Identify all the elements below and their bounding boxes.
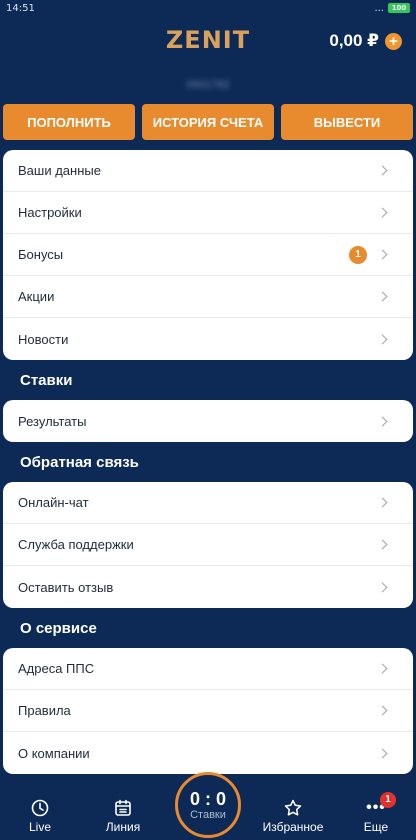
bets-menu: Результаты xyxy=(3,400,413,442)
app-header: ZENIT 0,00 ₽ + xyxy=(0,16,416,66)
menu-item-label: Результаты xyxy=(18,413,87,429)
menu-item-label: Акции xyxy=(18,289,55,304)
account-actions: ПОПОЛНИТЬ ИСТОРИЯ СЧЕТА ВЫВЕСТИ xyxy=(0,104,416,140)
menu-item-label: Адреса ППС xyxy=(18,661,95,676)
menu-item-settings[interactable]: Настройки xyxy=(3,192,413,234)
chevron-right-icon xyxy=(377,582,388,592)
menu-item-label: Оставить отзыв xyxy=(18,579,114,595)
bottom-tab-bar: Live Линия Избранное ••• 1 Еще 0 : 0 Ста… xyxy=(0,772,416,840)
tab-label: Линия xyxy=(105,820,141,834)
chevron-right-icon xyxy=(377,663,388,674)
tab-live[interactable]: Live xyxy=(6,798,74,834)
menu-item-label: Настройки xyxy=(18,205,82,220)
tab-label: Избранное xyxy=(262,820,324,834)
clock-icon xyxy=(31,799,49,817)
signal-icon: ... xyxy=(374,2,384,14)
menu-item-profile[interactable]: Ваши данные xyxy=(3,150,413,192)
menu-item-addresses[interactable]: Адреса ППС xyxy=(3,648,413,690)
tab-label: Live xyxy=(28,820,51,834)
chevron-right-icon xyxy=(377,539,388,550)
menu-item-bonuses[interactable]: Бонусы 1 xyxy=(3,234,413,276)
feedback-menu: Онлайн-чат Служба поддержки Оставить отз… xyxy=(3,482,413,608)
menu-item-label: Служба поддержки xyxy=(18,537,134,552)
chevron-right-icon xyxy=(377,748,388,758)
chevron-right-icon xyxy=(377,705,388,716)
menu-item-label: О компании xyxy=(18,745,90,761)
chevron-right-icon xyxy=(377,165,388,176)
tab-label: Ставки xyxy=(190,809,226,821)
star-icon xyxy=(284,799,302,816)
menu-item-about[interactable]: О компании xyxy=(3,732,413,774)
menu-item-label: Правила xyxy=(18,703,71,718)
balance-amount: 0,00 ₽ xyxy=(329,31,379,50)
account-id: 0501782 xyxy=(186,79,230,91)
menu-item-label: Ваши данные xyxy=(18,163,101,178)
tab-line[interactable]: Линия xyxy=(89,798,157,834)
tab-favorites[interactable]: Избранное xyxy=(259,798,327,834)
section-title-service: О сервисе xyxy=(20,619,97,637)
tab-more[interactable]: ••• 1 Еще xyxy=(342,792,410,834)
status-icons: ... 100 xyxy=(374,3,410,14)
section-title-feedback: Обратная связь xyxy=(20,453,139,471)
tab-label: Еще xyxy=(363,820,389,834)
menu-item-news[interactable]: Новости xyxy=(3,318,413,360)
battery-icon: 100 xyxy=(388,3,410,13)
bonus-count-badge: 1 xyxy=(349,245,367,264)
more-notification-badge: 1 xyxy=(380,792,396,808)
tab-bets-slip[interactable]: 0 : 0 Ставки xyxy=(175,772,241,838)
menu-item-promotions[interactable]: Акции xyxy=(3,276,413,318)
calendar-icon xyxy=(115,799,131,816)
status-time: 14:51 xyxy=(6,2,35,14)
menu-item-leave-review[interactable]: Оставить отзыв xyxy=(3,566,413,608)
chevron-right-icon xyxy=(377,249,388,260)
chevron-right-icon xyxy=(377,291,388,302)
section-title-bets: Ставки xyxy=(20,371,73,389)
chevron-right-icon xyxy=(377,334,388,344)
menu-item-rules[interactable]: Правила xyxy=(3,690,413,732)
chevron-right-icon xyxy=(377,207,388,218)
menu-item-label: Новости xyxy=(18,331,69,347)
menu-item-label: Онлайн-чат xyxy=(18,495,89,510)
withdraw-button[interactable]: ВЫВЕСТИ xyxy=(281,104,413,140)
balance-display[interactable]: 0,00 ₽ + xyxy=(329,31,402,51)
bet-slip-score: 0 : 0 xyxy=(189,789,227,809)
menu-item-support[interactable]: Служба поддержки xyxy=(3,524,413,566)
menu-item-results[interactable]: Результаты xyxy=(3,400,413,442)
service-menu: Адреса ППС Правила О компании xyxy=(3,648,413,774)
chevron-right-icon xyxy=(377,416,388,426)
add-funds-icon[interactable]: + xyxy=(385,32,402,50)
history-button[interactable]: ИСТОРИЯ СЧЕТА xyxy=(142,104,274,140)
menu-item-label: Бонусы xyxy=(18,247,64,262)
status-bar: 14:51 ... 100 xyxy=(0,0,416,16)
chevron-right-icon xyxy=(377,497,388,508)
deposit-button[interactable]: ПОПОЛНИТЬ xyxy=(3,104,135,140)
menu-item-online-chat[interactable]: Онлайн-чат xyxy=(3,482,413,524)
account-menu: Ваши данные Настройки Бонусы 1 Акции Нов… xyxy=(3,150,413,360)
